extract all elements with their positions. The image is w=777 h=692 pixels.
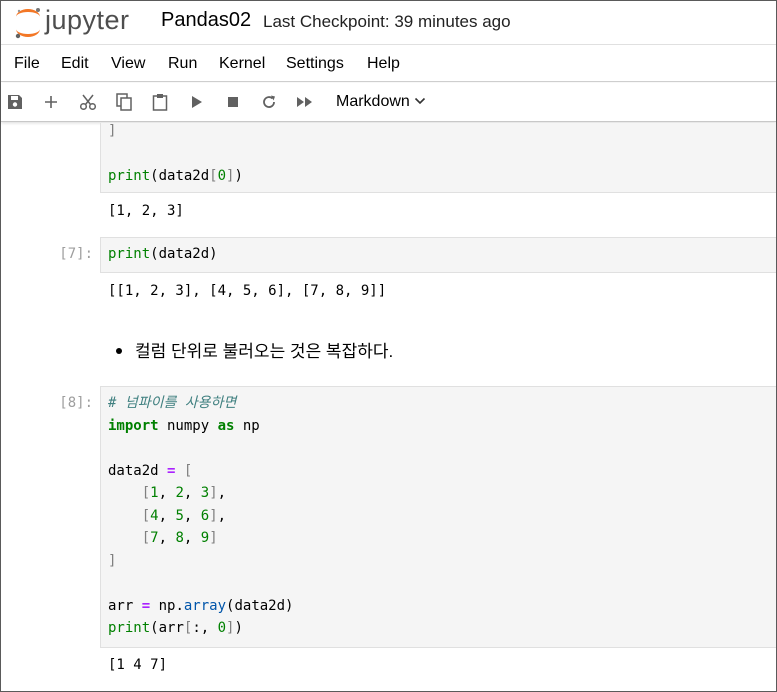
cut-button[interactable] (77, 91, 99, 113)
menu-settings[interactable]: Settings (286, 55, 344, 73)
cell-output: [1 4 7] (108, 657, 168, 673)
stop-icon (228, 97, 238, 107)
cell-output: [[1, 2, 3], [4, 5, 6], [7, 8, 9]] (108, 283, 387, 299)
code-line: print(data2d) (108, 246, 218, 262)
restart-run-all-button[interactable] (294, 91, 316, 113)
chevron-down-icon (414, 93, 426, 111)
restart-icon (263, 95, 275, 108)
stop-button[interactable] (222, 91, 244, 113)
run-button[interactable] (186, 91, 208, 113)
code-cell-previous[interactable]: ] print(data2d[0]) (100, 123, 776, 193)
code-line: print(arr[:, 0]) (108, 620, 243, 636)
run-icon (192, 96, 202, 108)
notebook-panel[interactable]: ] print(data2d[0]) [1, 2, 3] [7]: print(… (1, 123, 776, 691)
code-comment: # 넘파이를 사용하면 (108, 395, 237, 411)
code-cell-7[interactable]: print(data2d) (100, 237, 776, 273)
paste-button[interactable] (149, 91, 171, 113)
jupyter-logo-icon (15, 8, 40, 39)
code-cell-8[interactable]: # 넘파이를 사용하면 import numpy as np data2d = … (100, 386, 776, 648)
cut-icon (79, 94, 97, 111)
menu-view[interactable]: View (111, 55, 145, 73)
menu-file[interactable]: File (14, 55, 40, 73)
checkpoint-status: Last Checkpoint: 39 minutes ago (263, 12, 511, 31)
menu-kernel[interactable]: Kernel (219, 55, 265, 73)
code-line: ] (108, 123, 117, 139)
paste-icon (152, 94, 168, 111)
cell-output: [1, 2, 3] (108, 203, 184, 219)
copy-button[interactable] (113, 91, 135, 113)
bullet-icon (116, 347, 122, 354)
jupyter-logo[interactable]: jupyter (13, 5, 148, 41)
markdown-cell[interactable]: 컬럼 단위로 불러오는 것은 복잡하다. (116, 337, 393, 362)
top-header: jupyter Pandas02 Last Checkpoint: 39 min… (1, 1, 776, 45)
code-line: data2d = [ (108, 462, 193, 479)
logo-text: jupyter (45, 5, 130, 35)
notebook-title[interactable]: Pandas02 (161, 9, 251, 32)
menu-bar: File Edit View Run Kernel Settings Help (1, 46, 776, 82)
code-line: [7, 8, 9] (141, 530, 218, 546)
save-button[interactable] (4, 91, 26, 113)
menu-help[interactable]: Help (367, 55, 400, 73)
code-line: [4, 5, 6], (141, 507, 227, 524)
notebook-toolbar: Markdown (1, 83, 776, 122)
cell-type-select[interactable]: Markdown (336, 93, 426, 111)
restart-button[interactable] (258, 91, 280, 113)
markdown-text: 컬럼 단위로 불러오는 것은 복잡하다. (135, 342, 394, 361)
code-line: print(data2d[0]) (108, 168, 243, 184)
code-line: import numpy as np (108, 417, 260, 434)
menu-edit[interactable]: Edit (61, 55, 89, 73)
add-cell-button[interactable] (40, 91, 62, 113)
add-icon (45, 96, 57, 108)
code-line: [1, 2, 3], (141, 485, 227, 501)
code-line: arr = np.array(data2d) (108, 597, 294, 614)
fast-forward-icon (297, 97, 312, 107)
save-icon (8, 95, 22, 109)
cell-prompt: [7]: (59, 246, 93, 262)
cell-type-value: Markdown (336, 93, 410, 110)
code-line: ] (108, 552, 117, 569)
menu-run[interactable]: Run (168, 55, 197, 73)
cell-prompt: [8]: (59, 395, 93, 411)
copy-icon (116, 93, 132, 111)
